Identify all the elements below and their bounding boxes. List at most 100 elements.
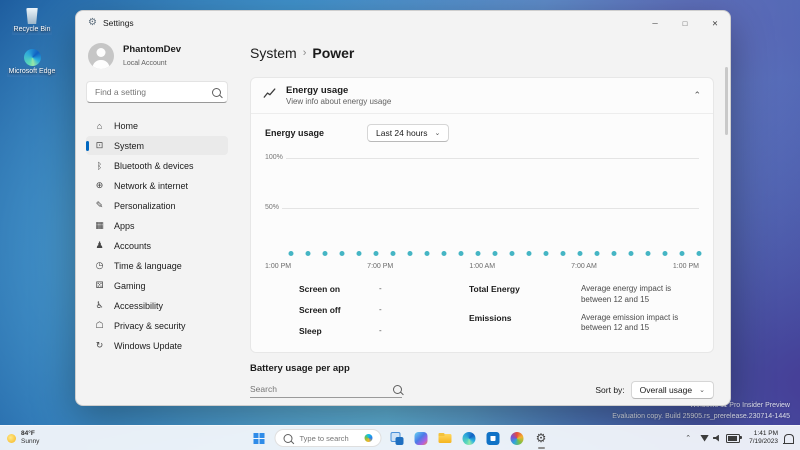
- clock[interactable]: 1:41 PM 7/19/2023: [749, 430, 778, 446]
- chart-point: [288, 250, 294, 256]
- sidebar-item-network[interactable]: ⊕ Network & internet: [86, 176, 228, 195]
- chart-point: [543, 250, 549, 256]
- sidebar-item-label: Bluetooth & devices: [114, 160, 194, 171]
- chart-point: [509, 250, 515, 256]
- taskbar-icon-photos[interactable]: [509, 430, 526, 447]
- minimize-button[interactable]: ─: [640, 11, 670, 35]
- taskbar-icon-file-explorer[interactable]: [437, 430, 454, 447]
- taskbar-search-input[interactable]: [297, 432, 360, 444]
- start-button[interactable]: [251, 430, 268, 447]
- chart-point: [356, 250, 362, 256]
- tray-time: 1:41 PM: [753, 429, 778, 437]
- time-language-icon: ◷: [95, 260, 104, 270]
- chart-point: [594, 250, 600, 256]
- gridline-50: 50%: [265, 204, 699, 212]
- taskbar-icon-settings[interactable]: [533, 430, 550, 447]
- chart-point: [645, 250, 651, 256]
- desktop-icon-microsoft-edge[interactable]: Microsoft Edge: [6, 48, 58, 77]
- sort-dropdown[interactable]: Overall usage ⌄: [630, 381, 714, 400]
- taskbar-apps: [389, 430, 550, 447]
- chart-point: [560, 250, 566, 256]
- scrollbar[interactable]: [725, 67, 728, 135]
- windows-update-icon: ↻: [95, 340, 104, 350]
- volume-icon: [713, 434, 719, 442]
- user-name: PhantomDev: [123, 44, 182, 56]
- stat-label: Sleep: [299, 325, 322, 336]
- time-range-dropdown[interactable]: Last 24 hours ⌄: [367, 124, 450, 142]
- close-button[interactable]: ✕: [700, 11, 730, 35]
- weather-widget[interactable]: 84°F Sunny: [7, 430, 39, 446]
- x-axis-labels: 1:00 PM 7:00 PM 1:00 AM 7:00 AM 1:00 PM: [265, 263, 699, 270]
- sidebar-item-label: Personalization: [114, 200, 176, 211]
- sidebar-item-accounts[interactable]: ♟ Accounts: [86, 236, 228, 255]
- chart-point: [407, 250, 413, 256]
- desktop-icon-recycle-bin[interactable]: Recycle Bin: [6, 8, 58, 35]
- battery-search-input[interactable]: [250, 382, 393, 397]
- user-avatar: [88, 43, 114, 69]
- hidden-icons-chevron[interactable]: ⌃: [685, 434, 691, 442]
- settings-content: System › Power Energy usage View info ab…: [236, 35, 730, 405]
- system-icon: ⊡: [95, 140, 104, 150]
- user-profile[interactable]: PhantomDev Local Account: [88, 43, 228, 69]
- chart-point: [458, 250, 464, 256]
- stat-label: Screen off: [299, 304, 341, 315]
- sidebar-item-home[interactable]: ⌂ Home: [86, 116, 228, 135]
- search-icon: [393, 384, 402, 394]
- sidebar-item-bluetooth[interactable]: ᛒ Bluetooth & devices: [86, 156, 228, 175]
- chart-point: [322, 250, 328, 256]
- stats-left: Screen on - Screen off - Sleep -: [265, 284, 469, 346]
- chart-point: [679, 250, 685, 256]
- stat-value: -: [379, 325, 382, 335]
- desktop-icon-label: Microsoft Edge: [6, 67, 58, 77]
- screen: Recycle Bin Microsoft Edge Windows 11 Pro…: [0, 0, 800, 450]
- sidebar-item-label: Windows Update: [114, 340, 183, 351]
- sidebar-item-label: Accounts: [114, 240, 152, 251]
- sidebar-item-personalization[interactable]: ✎ Personalization: [86, 196, 228, 215]
- chart-point: [373, 250, 379, 256]
- chart-point: [662, 250, 668, 256]
- sidebar-item-apps[interactable]: ▦ Apps: [86, 216, 228, 235]
- system-tray: ⌃ 1:41 PM 7/19/2023: [685, 430, 794, 446]
- battery-usage-title: Battery usage per app: [250, 363, 350, 375]
- sidebar-item-accessibility[interactable]: ♿ Accessibility: [86, 296, 228, 315]
- stat-screen-off: Screen off -: [299, 305, 469, 316]
- desktop[interactable]: Recycle Bin Microsoft Edge Windows 11 Pro…: [0, 0, 800, 450]
- settings-search-input[interactable]: [93, 86, 212, 98]
- stat-label: Total Energy: [468, 284, 520, 294]
- system-tray-status[interactable]: [697, 432, 743, 445]
- sidebar-item-windows-update[interactable]: ↻ Windows Update: [86, 336, 228, 355]
- sidebar-item-label: Apps: [114, 220, 135, 231]
- sort-by-label: Sort by:: [595, 385, 625, 396]
- sidebar-item-label: Time & language: [114, 260, 182, 271]
- sidebar-item-system[interactable]: ⊡ System: [86, 136, 228, 155]
- titlebar[interactable]: ⚙ Settings ─ □ ✕: [76, 11, 730, 35]
- taskbar-icon-copilot[interactable]: [413, 430, 430, 447]
- breadcrumb-system[interactable]: System: [250, 45, 297, 61]
- sidebar-item-privacy[interactable]: ☖ Privacy & security: [86, 316, 228, 335]
- collapse-chevron-icon[interactable]: ⌃: [693, 91, 701, 100]
- taskbar-icon-store[interactable]: [485, 430, 502, 447]
- taskbar-icon-edge[interactable]: [461, 430, 478, 447]
- sidebar-item-label: System: [114, 140, 145, 151]
- accounts-icon: ♟: [95, 240, 104, 250]
- x-axis-label: 1:00 PM: [672, 263, 699, 270]
- weather-sun-icon: [7, 433, 16, 443]
- sidebar-item-label: Network & internet: [114, 180, 189, 191]
- battery-search-box[interactable]: [250, 382, 402, 399]
- taskbar-icon-task-view[interactable]: [389, 430, 406, 447]
- personalization-icon: ✎: [95, 200, 104, 210]
- taskbar-search-box[interactable]: [274, 429, 382, 447]
- breadcrumb: System › Power: [250, 45, 714, 61]
- settings-search-box[interactable]: [86, 81, 228, 103]
- maximize-button[interactable]: □: [670, 11, 700, 35]
- battery-icon: [726, 433, 742, 443]
- microsoft-edge-icon: [23, 48, 41, 66]
- sidebar-item-gaming[interactable]: ⚄ Gaming: [86, 276, 228, 295]
- settings-app-icon: ⚙: [88, 17, 97, 28]
- energy-usage-header[interactable]: Energy usage View info about energy usag…: [251, 78, 713, 114]
- stat-total-energy: Total Energy Average energy impact is bet…: [469, 284, 699, 306]
- settings-sidebar: PhantomDev Local Account ⌂ Home ⊡ System ᛒ Bl…: [76, 35, 236, 405]
- notifications-bell-icon[interactable]: [782, 433, 794, 444]
- weather-temperature: 84°F: [21, 430, 35, 438]
- sidebar-item-time-language[interactable]: ◷ Time & language: [86, 256, 228, 275]
